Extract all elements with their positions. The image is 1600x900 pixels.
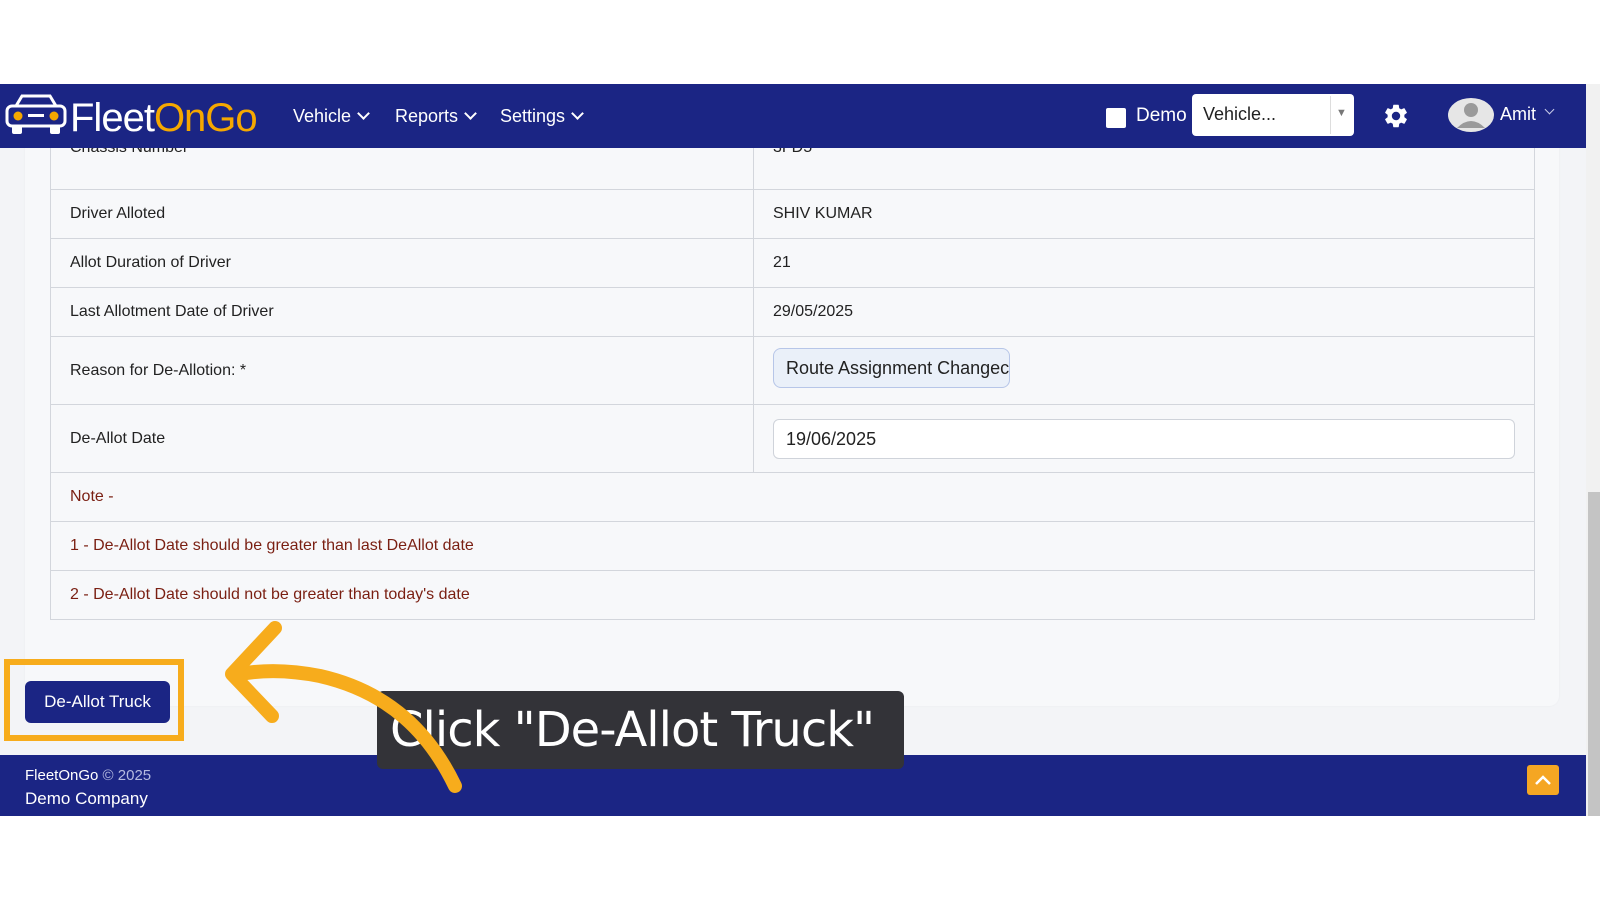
tutorial-arrow-icon (225, 621, 462, 793)
row-value: SHIV KUMAR (753, 189, 1535, 239)
caret-down-icon: ▼ (1336, 107, 1347, 119)
dealot-date-cell: 19/06/2025 (753, 404, 1535, 473)
demo-label: Demo (1136, 105, 1187, 126)
reason-input[interactable]: Route Assignment Changec (773, 348, 1010, 388)
app-viewport: Chassis Number 3FD5***** Driver Alloted … (0, 84, 1586, 816)
user-avatar-icon[interactable] (1448, 97, 1494, 133)
reason-cell: Route Assignment Changec (753, 336, 1535, 405)
user-name[interactable]: Amit (1500, 104, 1536, 125)
back-to-top-button[interactable] (1527, 765, 1559, 795)
row-value: 29/05/2025 (753, 287, 1535, 337)
dealot-date-input[interactable]: 19/06/2025 (773, 418, 1515, 459)
chevron-up-icon (1535, 775, 1551, 785)
row-value: 21 (753, 238, 1535, 288)
chevron-down-icon[interactable] (1544, 104, 1555, 115)
gear-icon[interactable] (1382, 102, 1410, 130)
select-divider (1330, 96, 1331, 134)
scrollbar-thumb[interactable] (1588, 492, 1600, 816)
chevron-down-icon (571, 107, 584, 120)
demo-checkbox[interactable] (1106, 108, 1126, 128)
vehicle-select[interactable]: Vehicle... ▼ (1192, 94, 1354, 136)
vehicle-select-placeholder: Vehicle... (1203, 104, 1277, 124)
